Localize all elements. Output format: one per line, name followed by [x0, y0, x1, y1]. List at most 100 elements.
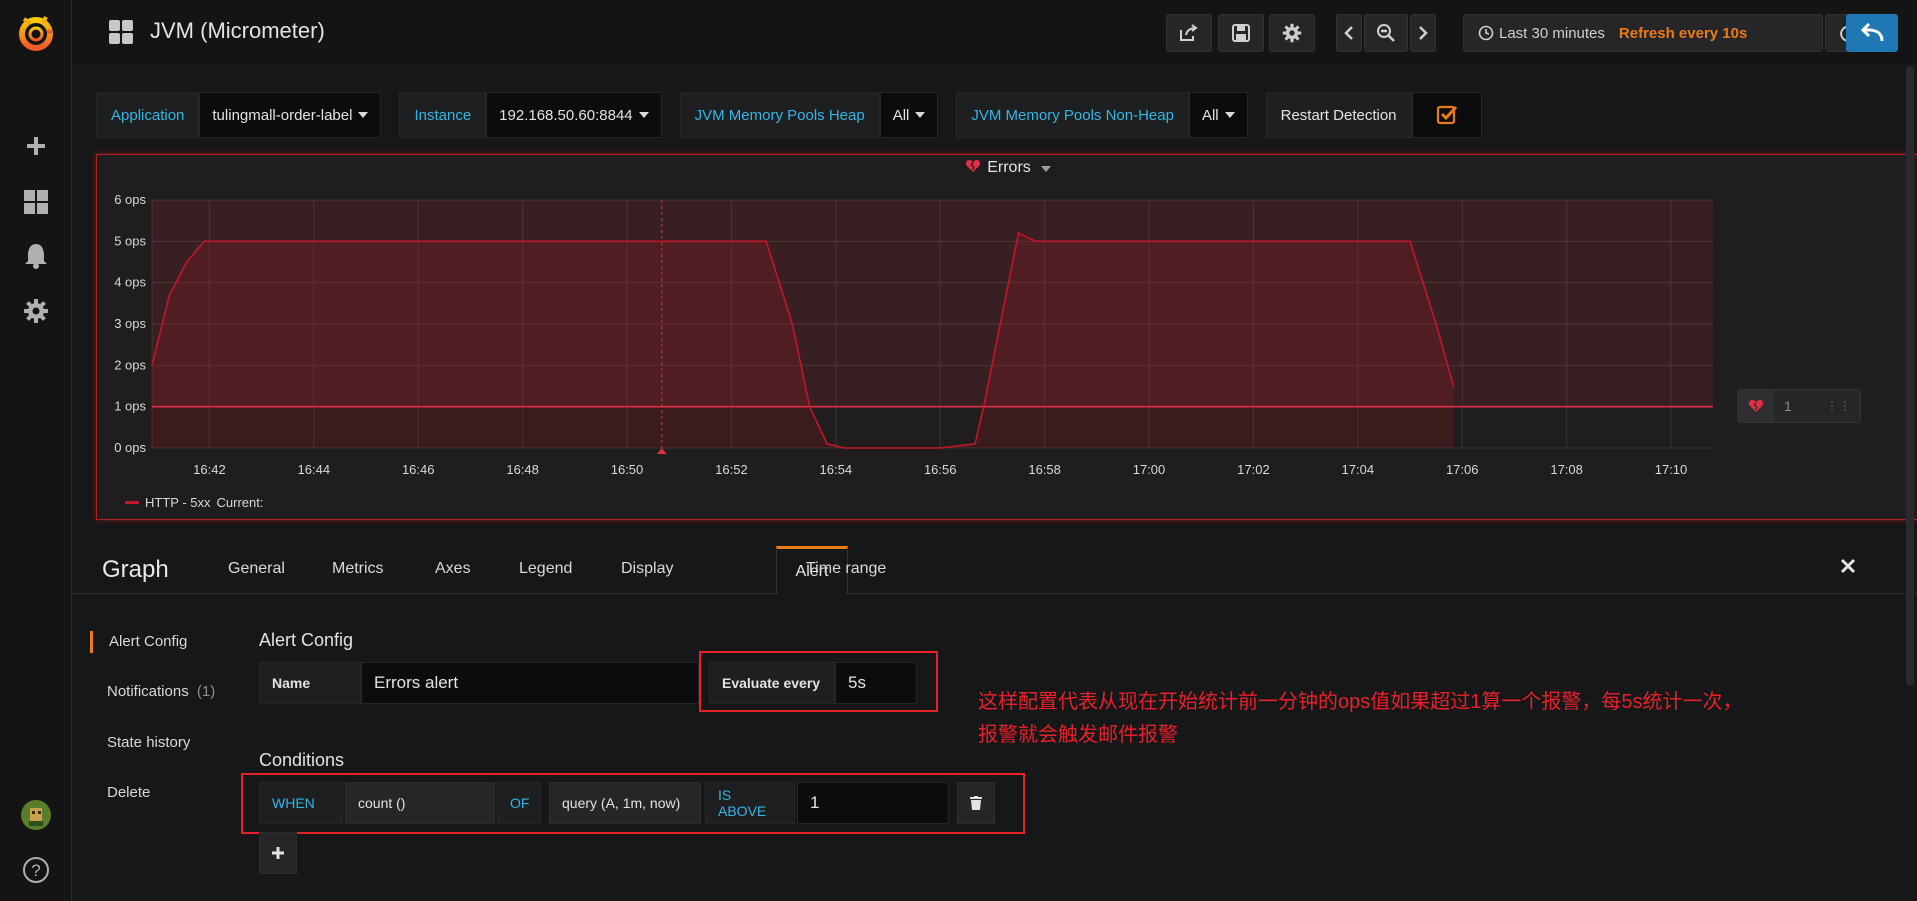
x-tick-label: 16:46 — [402, 462, 435, 477]
x-tick-label: 16:54 — [820, 462, 853, 477]
time-back-button[interactable] — [1336, 14, 1362, 52]
data-point — [1435, 323, 1437, 325]
y-tick-label: 0 ops — [114, 440, 146, 455]
data-point — [151, 364, 153, 367]
panel-title: Errors — [987, 159, 1031, 176]
grafana-logo-icon[interactable] — [0, 8, 72, 58]
data-point — [808, 405, 811, 408]
x-tick-label: 16:42 — [193, 462, 226, 477]
dashboard-grid-icon[interactable] — [108, 19, 134, 50]
tab-legend[interactable]: Legend — [519, 560, 572, 578]
tab-axes[interactable]: Axes — [435, 560, 471, 578]
x-tick-label: 16:44 — [298, 462, 331, 477]
editor-title: Graph — [102, 556, 169, 583]
threshold-handle[interactable]: 1 ⋮⋮ — [1737, 389, 1861, 423]
restart-detection-checkbox[interactable] — [1411, 92, 1482, 138]
alert-name-input[interactable]: Errors alert — [361, 662, 699, 704]
annotation-line-1: 这样配置代表从现在开始统计前一分钟的ops值如果超过1算一个报警，每5s统计一次… — [978, 691, 1743, 713]
data-point — [939, 447, 942, 449]
variable-select-nonheap-pools[interactable]: All — [1188, 92, 1248, 138]
gear-icon[interactable] — [0, 286, 72, 336]
x-tick-label: 17:08 — [1550, 462, 1583, 477]
data-point — [1017, 232, 1020, 234]
caret-down-icon — [1041, 166, 1052, 172]
x-tick-label: 16:52 — [715, 462, 748, 477]
x-tick-label: 17:06 — [1446, 462, 1479, 477]
chevron-right-icon — [1419, 26, 1428, 40]
help-icon[interactable]: ? — [0, 845, 72, 895]
tab-time-range[interactable]: Time range — [806, 560, 886, 578]
variable-value-application: tulingmall-order-label — [212, 106, 353, 124]
gear-icon — [1282, 23, 1302, 43]
dashboards-icon[interactable] — [0, 177, 72, 227]
panel-editor-tabs: Graph General Metrics Axes Legend Displa… — [72, 546, 1917, 594]
share-icon — [1180, 24, 1198, 41]
variable-value-heap-pools: All — [892, 106, 910, 124]
avatar[interactable] — [0, 790, 72, 840]
undo-arrow-icon — [1860, 23, 1884, 42]
data-point — [765, 240, 768, 243]
data-point — [982, 405, 985, 408]
zoom-out-button[interactable] — [1364, 14, 1408, 52]
y-tick-label: 4 ops — [114, 275, 146, 290]
variable-value-instance: 192.168.50.60:8844 — [499, 106, 633, 124]
drag-grip-icon: ⋮⋮ — [1826, 399, 1852, 413]
alert-nav-config[interactable]: Alert Config — [109, 633, 187, 650]
back-to-dashboard-button[interactable] — [1846, 14, 1898, 52]
y-tick-label: 3 ops — [114, 316, 146, 331]
panel-header[interactable]: Errors — [97, 159, 1917, 177]
highlight-evaluate-every — [699, 651, 938, 712]
data-point — [843, 447, 846, 449]
variable-select-application[interactable]: tulingmall-order-label — [199, 92, 382, 138]
variable-value-nonheap-pools: All — [1201, 106, 1219, 124]
y-tick-label: 5 ops — [114, 233, 146, 248]
settings-button[interactable] — [1269, 14, 1315, 52]
side-menu: ? — [0, 0, 72, 901]
svg-text:?: ? — [31, 861, 40, 880]
share-button[interactable] — [1166, 14, 1212, 52]
variable-label-nonheap-pools: JVM Memory Pools Non-Heap — [956, 92, 1189, 138]
scrollbar[interactable] — [1906, 66, 1914, 686]
time-picker[interactable]: Last 30 minutes Refresh every 10s — [1463, 14, 1823, 52]
legend-series-name[interactable]: HTTP - 5xx — [145, 495, 211, 510]
alert-nav-delete[interactable]: Delete — [107, 784, 150, 801]
plus-icon[interactable] — [0, 121, 72, 171]
alert-nav-state-history[interactable]: State history — [107, 734, 190, 751]
x-tick-label: 17:04 — [1342, 462, 1375, 477]
variable-select-heap-pools[interactable]: All — [879, 92, 939, 138]
x-tick-label: 17:00 — [1133, 462, 1166, 477]
add-condition-button[interactable] — [259, 832, 297, 874]
errors-chart: 0 ops 1 ops 2 ops 3 ops 4 ops 5 ops 6 ops 16:4… — [114, 192, 1713, 477]
y-tick-label: 6 ops — [114, 192, 146, 207]
save-icon — [1232, 24, 1250, 42]
y-tick-label: 2 ops — [114, 357, 146, 372]
data-point — [826, 443, 828, 445]
refresh-interval-label: Refresh every 10s — [1618, 24, 1748, 42]
caret-down-icon — [358, 112, 369, 118]
highlight-condition — [241, 773, 1025, 834]
threshold-handle-value: 1 — [1784, 398, 1792, 414]
tab-display[interactable]: Display — [621, 560, 673, 578]
caret-down-icon — [915, 112, 926, 118]
save-button[interactable] — [1218, 14, 1264, 52]
tab-general[interactable]: General — [228, 560, 285, 578]
alert-name-label: Name — [259, 662, 361, 704]
variable-select-instance[interactable]: 192.168.50.60:8844 — [486, 92, 662, 138]
heart-broken-icon — [1738, 390, 1774, 422]
time-forward-button[interactable] — [1410, 14, 1436, 52]
dashboard-title[interactable]: JVM (Micrometer) — [150, 18, 325, 44]
template-variables: Application tulingmall-order-label Insta… — [96, 92, 1500, 138]
tab-metrics[interactable]: Metrics — [332, 560, 384, 578]
alert-nav-notifications[interactable]: Notifications (1) — [107, 683, 215, 700]
time-range-label: Last 30 minutes — [1499, 24, 1605, 42]
x-tick-label: 16:50 — [611, 462, 644, 477]
annotation-marker — [656, 448, 667, 454]
data-point — [186, 261, 188, 263]
x-tick-label: 16:48 — [506, 462, 539, 477]
close-icon[interactable] — [1840, 558, 1856, 579]
bell-icon[interactable] — [0, 231, 72, 281]
annotation-line-2: 报警就会触发邮件报警 — [978, 724, 1178, 746]
conditions-heading: Conditions — [259, 750, 345, 770]
caret-down-icon — [638, 112, 649, 118]
active-nav-indicator — [90, 631, 93, 653]
